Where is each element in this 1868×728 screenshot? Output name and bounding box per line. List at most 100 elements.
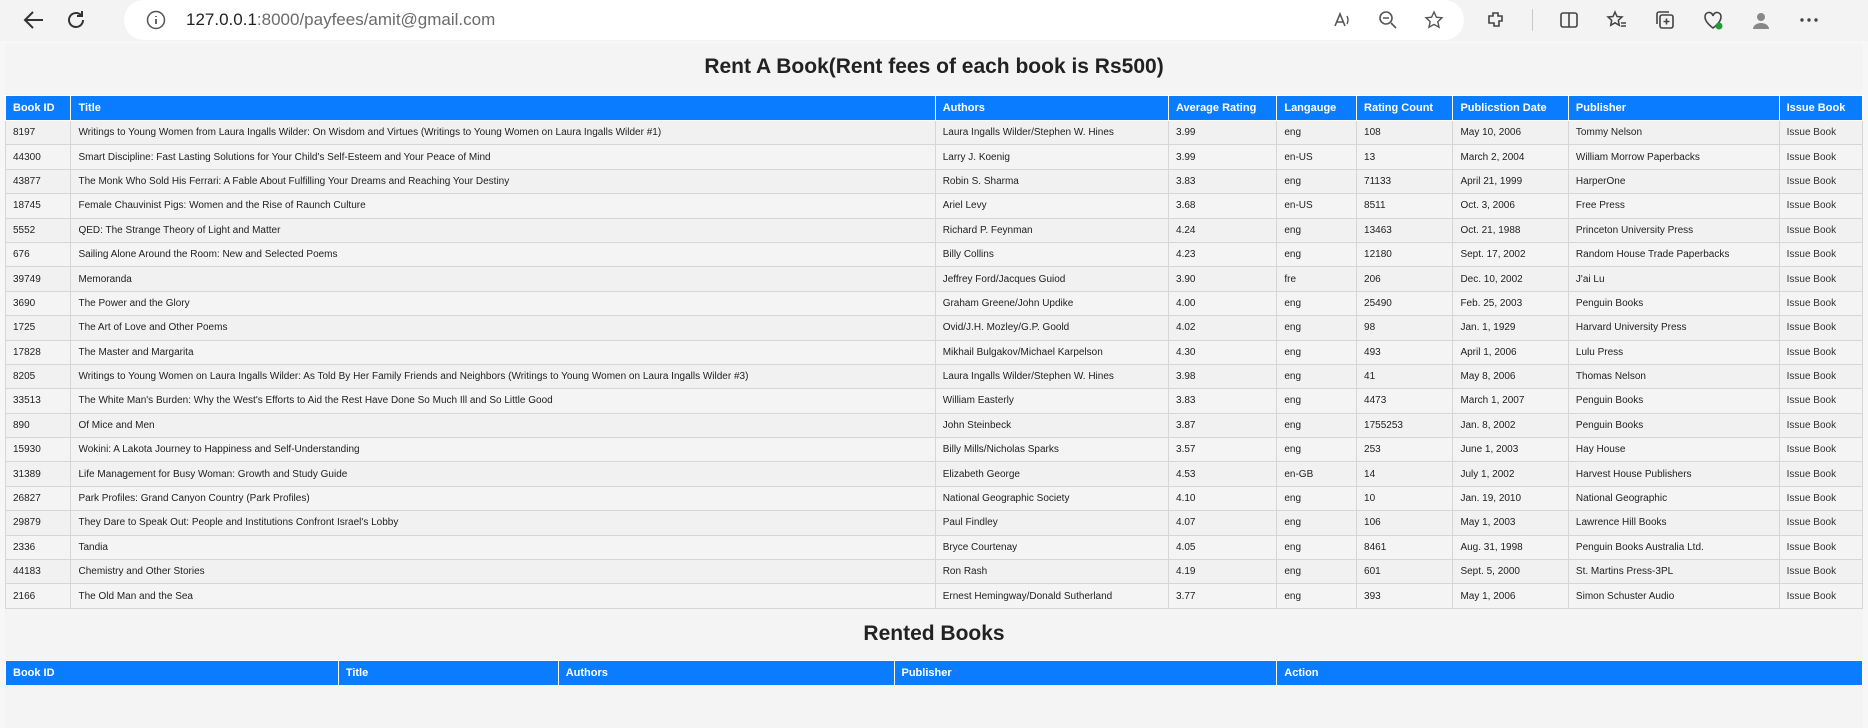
- table-cell: 2166: [4, 583, 72, 609]
- split-screen-icon[interactable]: [1557, 8, 1581, 32]
- table-cell: 3.87: [1168, 412, 1278, 439]
- table-cell: 39749: [4, 266, 72, 292]
- table-cell: 17828: [4, 339, 72, 365]
- table-cell: fre: [1276, 266, 1358, 292]
- table-cell: eng: [1276, 363, 1358, 390]
- issue-book-button[interactable]: Issue Book: [1778, 363, 1864, 390]
- table-cell: eng: [1276, 583, 1358, 609]
- extensions-icon[interactable]: [1484, 8, 1508, 32]
- table-row: 8205 Writings to Young Women on Laura Ing…: [4, 363, 1864, 390]
- table-cell: Chemistry and Other Stories: [70, 559, 936, 585]
- table-cell: Tandia: [70, 534, 936, 561]
- books-table-body: 8197 Writings to Young Women from Laura I…: [4, 119, 1864, 609]
- table-cell: en-US: [1276, 144, 1358, 170]
- table-cell: Hay House: [1567, 437, 1780, 463]
- issue-book-button[interactable]: Issue Book: [1778, 559, 1864, 585]
- browser-essentials-icon[interactable]: [1701, 8, 1725, 32]
- table-cell: 4.07: [1168, 510, 1278, 536]
- issue-book-button[interactable]: Issue Book: [1778, 266, 1864, 292]
- table-cell: Ernest Hemingway/Donald Sutherland: [934, 583, 1170, 609]
- issue-book-button[interactable]: Issue Book: [1778, 412, 1864, 439]
- table-cell: eng: [1276, 559, 1358, 585]
- column-header: Authors: [557, 660, 895, 686]
- table-cell: J'ai Lu: [1567, 266, 1780, 292]
- table-cell: John Steinbeck: [934, 412, 1170, 439]
- table-cell: en-GB: [1276, 461, 1358, 487]
- collections-icon[interactable]: [1653, 8, 1677, 32]
- issue-book-button[interactable]: Issue Book: [1778, 510, 1864, 536]
- table-cell: May 10, 2006: [1452, 119, 1569, 146]
- table-cell: 106: [1356, 510, 1454, 536]
- table-cell: 1725: [4, 315, 72, 341]
- table-cell: 4.02: [1168, 315, 1278, 341]
- table-cell: 206: [1356, 266, 1454, 292]
- table-cell: 13463: [1356, 217, 1454, 243]
- read-aloud-icon[interactable]: [1330, 8, 1354, 32]
- table-cell: Memoranda: [70, 266, 936, 292]
- site-info-icon[interactable]: [146, 10, 166, 35]
- zoom-out-icon[interactable]: [1376, 8, 1400, 32]
- more-menu-icon[interactable]: [1797, 8, 1821, 32]
- table-cell: 8197: [4, 119, 72, 146]
- issue-book-button[interactable]: Issue Book: [1778, 583, 1864, 609]
- table-cell: Thomas Nelson: [1567, 363, 1780, 390]
- reload-icon[interactable]: [58, 2, 94, 38]
- table-cell: eng: [1276, 437, 1358, 463]
- table-cell: 33513: [4, 388, 72, 414]
- table-cell: The Old Man and the Sea: [70, 583, 936, 609]
- favorites-icon[interactable]: [1605, 8, 1629, 32]
- table-cell: Princeton University Press: [1567, 217, 1780, 243]
- issue-book-button[interactable]: Issue Book: [1778, 388, 1864, 414]
- table-cell: 3.77: [1168, 583, 1278, 609]
- table-cell: Jan. 19, 2010: [1452, 485, 1569, 512]
- table-cell: Oct. 21, 1988: [1452, 217, 1569, 243]
- table-cell: Ovid/J.H. Mozley/G.P. Goold: [934, 315, 1170, 341]
- table-cell: Harvard University Press: [1567, 315, 1780, 341]
- issue-book-button[interactable]: Issue Book: [1778, 461, 1864, 487]
- favorite-star-icon[interactable]: [1422, 8, 1446, 32]
- table-cell: Feb. 25, 2003: [1452, 290, 1569, 317]
- table-row: 33513 The White Man's Burden: Why the Wes…: [4, 388, 1864, 414]
- table-cell: 31389: [4, 461, 72, 487]
- back-arrow-icon[interactable]: [16, 2, 52, 38]
- issue-book-button[interactable]: Issue Book: [1778, 437, 1864, 463]
- issue-book-button[interactable]: Issue Book: [1778, 241, 1864, 268]
- table-cell: Sailing Alone Around the Room: New and S…: [70, 241, 936, 268]
- address-bar[interactable]: 127.0.0.1:8000/payfees/amit@gmail.com: [124, 0, 1464, 40]
- issue-book-button[interactable]: Issue Book: [1778, 168, 1864, 195]
- profile-avatar-icon[interactable]: [1749, 8, 1773, 32]
- column-header: Title: [70, 95, 936, 121]
- issue-book-button[interactable]: Issue Book: [1778, 485, 1864, 512]
- table-cell: Mikhail Bulgakov/Michael Karpelson: [934, 339, 1170, 365]
- table-cell: Penguin Books: [1567, 290, 1780, 317]
- issue-book-button[interactable]: Issue Book: [1778, 193, 1864, 219]
- issue-book-button[interactable]: Issue Book: [1778, 290, 1864, 317]
- table-cell: eng: [1276, 412, 1358, 439]
- table-cell: 4.10: [1168, 485, 1278, 512]
- table-cell: Oct. 3, 2006: [1452, 193, 1569, 219]
- table-cell: April 21, 1999: [1452, 168, 1569, 195]
- table-cell: QED: The Strange Theory of Light and Mat…: [70, 217, 936, 243]
- table-row: 890 Of Mice and Men John Steinbeck 3.87 eng 1…: [4, 412, 1864, 439]
- issue-book-button[interactable]: Issue Book: [1778, 144, 1864, 170]
- table-cell: 25490: [1356, 290, 1454, 317]
- issue-book-button[interactable]: Issue Book: [1778, 534, 1864, 561]
- issue-book-button[interactable]: Issue Book: [1778, 315, 1864, 341]
- table-cell: Of Mice and Men: [70, 412, 936, 439]
- table-cell: 12180: [1356, 241, 1454, 268]
- table-row: 26827 Park Profiles: Grand Canyon Country…: [4, 485, 1864, 512]
- issue-book-button[interactable]: Issue Book: [1778, 217, 1864, 243]
- table-cell: 4.30: [1168, 339, 1278, 365]
- toolbar-separator: [1532, 9, 1533, 31]
- table-row: 17828 The Master and Margarita Mikhail Bul…: [4, 339, 1864, 365]
- issue-book-button[interactable]: Issue Book: [1778, 339, 1864, 365]
- table-row: 2336 Tandia Bryce Courtenay 4.05 eng 8461 Aug.…: [4, 534, 1864, 561]
- table-cell: Jeffrey Ford/Jacques Guiod: [934, 266, 1170, 292]
- table-cell: March 2, 2004: [1452, 144, 1569, 170]
- table-row: 2166 The Old Man and the Sea Ernest Heming…: [4, 583, 1864, 609]
- table-cell: eng: [1276, 119, 1358, 146]
- table-cell: Billy Collins: [934, 241, 1170, 268]
- table-cell: 4.19: [1168, 559, 1278, 585]
- issue-book-button[interactable]: Issue Book: [1778, 119, 1864, 146]
- table-cell: 15930: [4, 437, 72, 463]
